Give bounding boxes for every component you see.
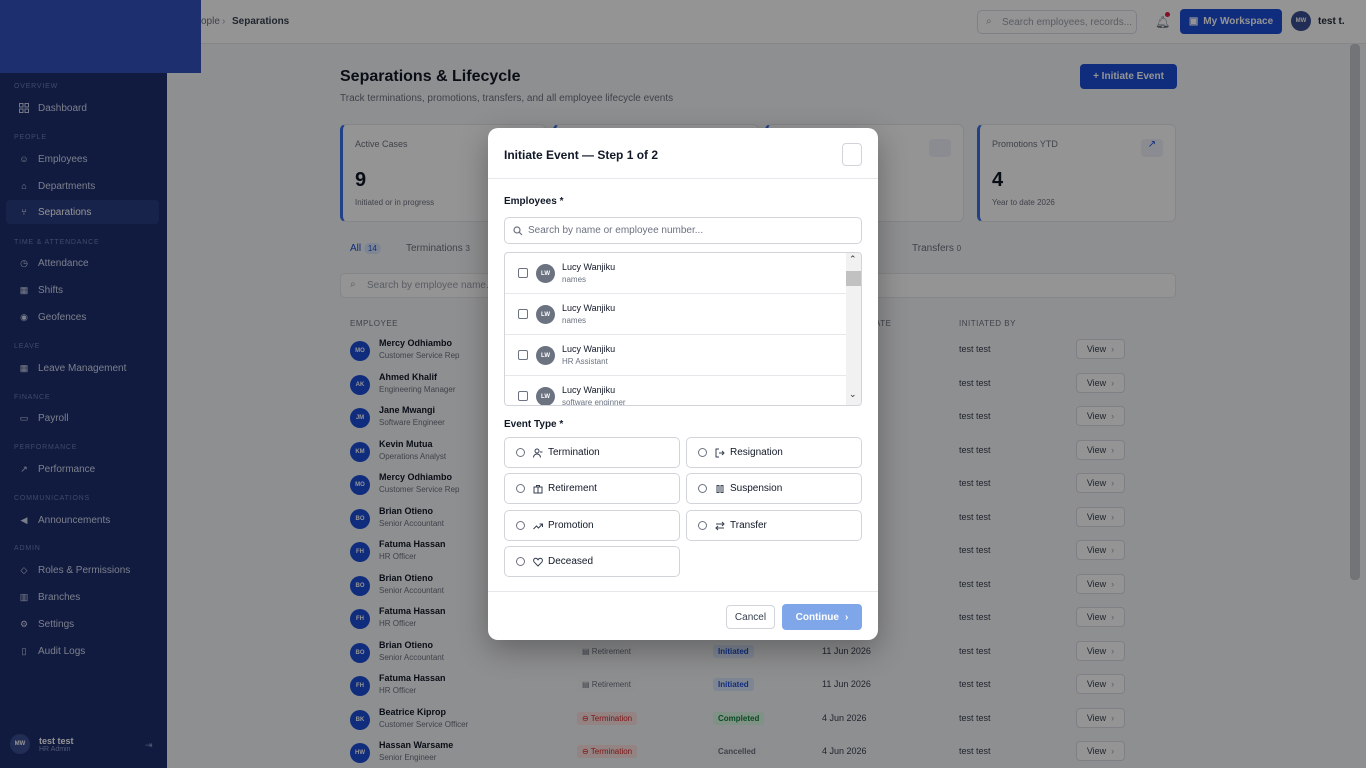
employee-search-placeholder: Search by name or employee number... [528,225,704,236]
radio[interactable] [698,484,707,493]
event-type-name: Retirement [548,483,597,494]
list-scrollbar[interactable]: ⌃ ⌄ [846,253,861,405]
sidebar-header [0,0,201,73]
chevron-down-icon[interactable]: ⌄ [849,389,857,400]
employee-name: Lucy Wanjiku [562,303,616,313]
employee-checkbox[interactable] [518,309,528,319]
radio[interactable] [698,448,707,457]
briefcase-icon [532,484,544,494]
event-type-name: Deceased [548,556,594,567]
initiate-event-modal: Initiate Event — Step 1 of 2 Employees *… [488,128,878,640]
list-item[interactable]: LW Lucy Wanjiku software enginner [505,376,846,406]
employee-role: HR Assistant [562,357,608,366]
employee-list: LW Lucy Wanjiku names LW Lucy Wanjiku na… [504,252,862,406]
employee-search-input[interactable]: Search by name or employee number... [504,217,862,244]
employee-name: Lucy Wanjiku [562,344,616,354]
radio[interactable] [698,521,707,530]
search-icon [513,226,523,239]
employee-name: Lucy Wanjiku [562,385,616,395]
avatar: LW [536,264,555,283]
pause-icon [714,484,726,494]
event-type-retirement[interactable]: Retirement [504,473,680,504]
trend-up-icon [532,521,544,531]
chevron-up-icon[interactable]: ⌃ [849,254,857,265]
list-item[interactable]: LW Lucy Wanjiku names [505,253,846,294]
chevron-right-icon: › [844,611,849,623]
event-type-name: Termination [548,447,600,458]
event-type-termination[interactable]: Termination [504,437,680,468]
event-type-name: Resignation [730,447,783,458]
event-type-name: Promotion [548,520,594,531]
list-item[interactable]: LW Lucy Wanjiku HR Assistant [505,335,846,376]
continue-button[interactable]: Continue › [782,604,862,630]
employee-role: software enginner [562,398,626,406]
event-type-label: Event Type * [504,419,564,430]
avatar: LW [536,305,555,324]
event-type-transfer[interactable]: Transfer [686,510,862,541]
log-out-icon [714,448,726,458]
event-type-resignation[interactable]: Resignation [686,437,862,468]
radio[interactable] [516,521,525,530]
avatar: LW [536,387,555,405]
swap-icon [714,521,726,531]
scrollbar-thumb[interactable] [846,271,861,286]
continue-label: Continue [795,611,839,623]
avatar: LW [536,346,555,365]
cancel-button[interactable]: Cancel [726,605,775,629]
radio[interactable] [516,448,525,457]
radio[interactable] [516,484,525,493]
modal-title: Initiate Event — Step 1 of 2 [504,148,659,162]
employee-role: names [562,316,587,325]
employee-role: names [562,275,587,284]
heart-icon [532,557,544,567]
event-type-deceased[interactable]: Deceased [504,546,680,577]
employee-checkbox[interactable] [518,391,528,401]
event-type-name: Suspension [730,483,783,494]
divider [488,178,878,179]
employee-name: Lucy Wanjiku [562,262,616,272]
event-type-promotion[interactable]: Promotion [504,510,680,541]
close-button[interactable] [842,143,862,166]
employee-checkbox[interactable] [518,268,528,278]
event-type-suspension[interactable]: Suspension [686,473,862,504]
list-item[interactable]: LW Lucy Wanjiku names [505,294,846,335]
radio[interactable] [516,557,525,566]
user-minus-icon [532,448,544,458]
divider [488,591,878,592]
employees-label: Employees * [504,196,564,207]
event-type-name: Transfer [730,520,767,531]
employee-checkbox[interactable] [518,350,528,360]
